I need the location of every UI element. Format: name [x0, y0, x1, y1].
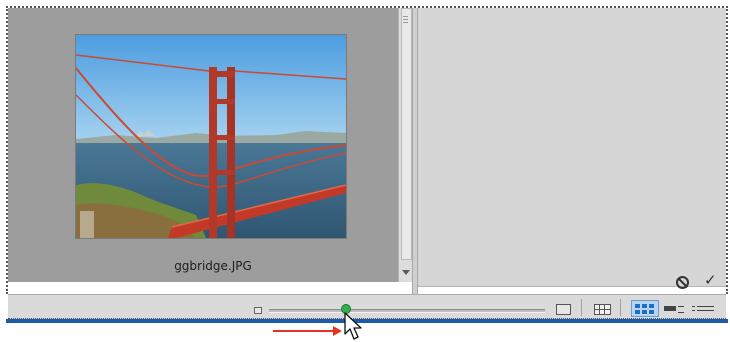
photo-thumbnail[interactable] [75, 34, 347, 239]
thumbnail-view-button[interactable] [631, 300, 659, 317]
grid-vertical-scrollbar[interactable] [398, 8, 413, 282]
large-thumbnail-icon[interactable] [556, 304, 571, 315]
thumbnail-view-icon [635, 304, 640, 308]
photo-filename: ggbridge.JPG [174, 259, 252, 273]
annotation-arrow [273, 326, 342, 336]
golden-gate-bridge-image [76, 35, 346, 238]
checkmark-icon[interactable]: ✓ [704, 272, 717, 288]
mouse-pointer-icon [344, 312, 362, 340]
scrollbar-thumb[interactable] [401, 8, 412, 260]
detail-view-lines-icon [678, 306, 684, 313]
toolbar-separator [581, 299, 582, 316]
scroll-down-arrow-icon[interactable] [402, 270, 410, 275]
toolbar-separator [620, 299, 621, 316]
list-view-icon[interactable] [692, 304, 714, 313]
cancel-icon[interactable] [676, 276, 689, 289]
right-panel [418, 8, 726, 286]
small-thumbnail-icon[interactable] [254, 307, 262, 314]
scrollbar-grip-icon [403, 16, 408, 17]
detail-view-icon[interactable] [664, 306, 676, 311]
media-grid[interactable]: ggbridge.JPG [8, 8, 398, 282]
grid-view-icon[interactable] [594, 304, 611, 315]
thumbnail-size-slider[interactable] [269, 309, 545, 313]
